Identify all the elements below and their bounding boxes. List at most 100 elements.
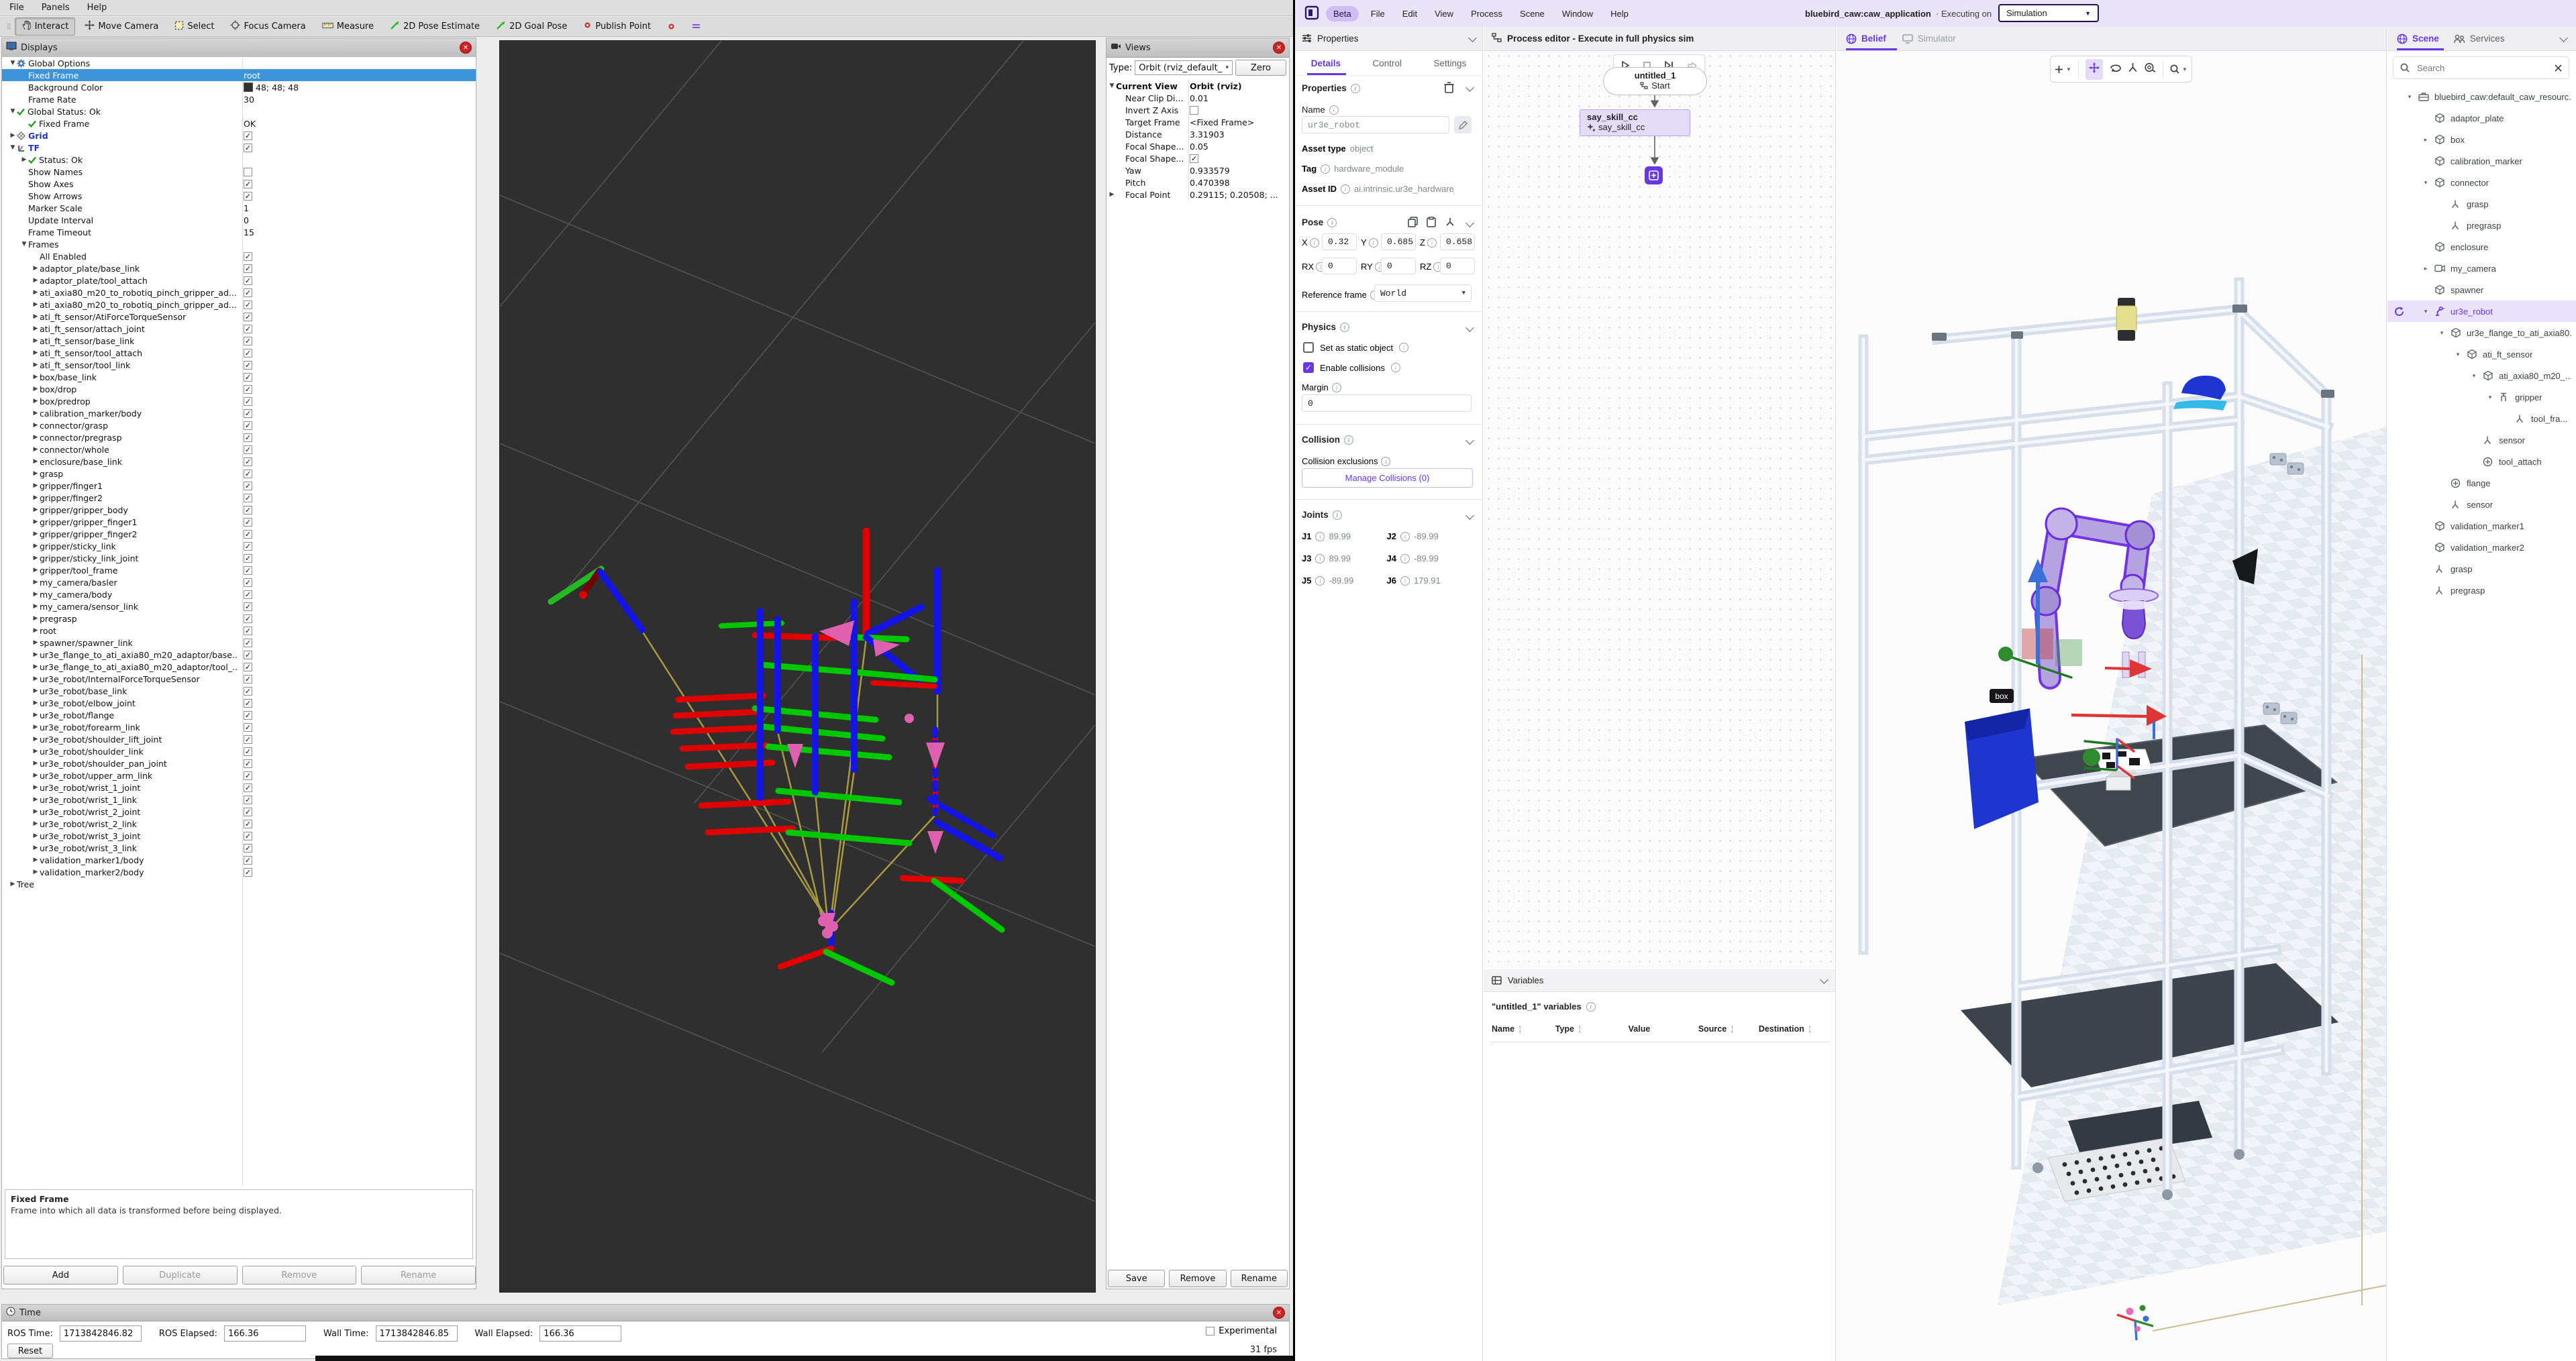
expand-icon[interactable]: ▶ [32,434,40,441]
views-row[interactable]: Target Frame<Fixed Frame> [1108,116,1288,128]
tool-focus-camera[interactable]: Focus Camera [223,17,312,36]
checkbox[interactable]: ✓ [244,445,252,454]
scene-node-connector[interactable]: ▾ connector [2387,172,2576,193]
remove-button[interactable]: Remove [242,1266,357,1285]
name-field[interactable]: ur3e_robot [1302,116,1449,133]
expand-icon[interactable]: ▶ [32,675,40,682]
checkbox[interactable]: ✓ [244,518,252,527]
checkbox[interactable]: ✓ [244,844,252,853]
checkbox[interactable]: ✓ [244,301,252,309]
scene-node-adaptor-plate[interactable]: adaptor_plate [2387,107,2576,129]
checkbox[interactable]: ✓ [244,252,252,261]
menu-help[interactable]: Help [87,3,107,13]
expand-icon[interactable]: ▶ [32,639,40,646]
expand-icon[interactable]: ▶ [32,784,40,791]
frame-tool-button[interactable] [2128,62,2138,76]
views-row[interactable]: Pitch0.470398 [1108,176,1288,188]
expand-icon[interactable]: ▸ [2421,136,2430,144]
collapse-section-icon[interactable] [1465,83,1474,92]
tab-scene[interactable]: Scene [2397,34,2439,44]
display-row[interactable]: ▶ur3e_robot/elbow_joint✓ [2,697,476,709]
checkbox[interactable]: ✓ [244,687,252,696]
display-row[interactable]: ▼Global Options [2,57,476,69]
views-row[interactable]: Near Clip Di...0.01 [1108,92,1288,104]
display-row[interactable]: ▶Tree [2,878,476,890]
collapse-section-icon[interactable] [1465,323,1474,332]
expand-icon[interactable]: ▶ [32,820,40,827]
save-views-button[interactable]: Save [1108,1270,1165,1287]
checkbox[interactable]: ✓ [244,192,252,201]
tool-overflow[interactable] [685,19,707,34]
belief-3d-viewport[interactable]: box ▼ ▼ [1837,51,2387,1361]
add-step-button[interactable] [1645,166,1663,184]
checkbox[interactable]: ✓ [244,783,252,792]
rviz-3d-viewport[interactable] [499,40,1096,1293]
expand-icon[interactable]: ▶ [32,772,40,779]
expand-icon[interactable]: ▶ [32,869,40,875]
measure-tool-button[interactable] [2145,62,2156,76]
variables-header[interactable]: Variables [1484,969,1835,992]
close-icon[interactable]: ✕ [1273,42,1285,54]
copy-icon[interactable] [1408,217,1418,231]
checkbox[interactable]: ✓ [244,373,252,382]
views-row[interactable]: Yaw0.933579 [1108,164,1288,176]
zoom-tool-button[interactable]: ▼ [2170,64,2187,74]
display-row[interactable]: ▶connector/pregrasp✓ [2,431,476,443]
expand-icon[interactable]: ▶ [32,736,40,743]
time-field-value[interactable]: 1713842846.85 [376,1325,458,1342]
column-type[interactable]: Type↑↓ [1555,1024,1629,1034]
zero-button[interactable]: Zero [1235,60,1286,76]
display-row[interactable]: All Enabled✓ [2,250,476,262]
remove-views-button[interactable]: Remove [1169,1270,1226,1287]
views-panel-header[interactable]: Views ✕ [1106,38,1289,58]
expand-icon[interactable]: ▶ [32,398,40,404]
scene-node-ati-axia80-m20-[interactable]: ▾ ati_axia80_m20_... [2387,365,2576,386]
add-button[interactable]: Add [3,1266,118,1285]
time-panel-header[interactable]: Time ✕ [2,1305,1289,1321]
scene-node-grasp[interactable]: grasp [2387,558,2576,580]
expand-icon[interactable]: ▶ [32,760,40,767]
checkbox[interactable]: ✓ [244,349,252,358]
collapse-icon[interactable]: ▾ [2421,179,2430,186]
checkbox[interactable]: ✓ [244,288,252,297]
display-row[interactable]: ▶ur3e_robot/InternalForceTorqueSensor✓ [2,673,476,685]
display-row[interactable]: ▶gripper/sticky_link_joint✓ [2,552,476,564]
checkbox[interactable]: ✓ [244,808,252,816]
display-row[interactable]: ▶ur3e_flange_to_ati_axia80_m20_adaptor/b… [2,649,476,661]
reference-frame-dropdown[interactable]: World▼ [1374,284,1472,302]
collapse-section-icon[interactable] [1465,219,1474,227]
display-row[interactable]: ▶gripper/finger1✓ [2,480,476,492]
experimental-checkbox[interactable] [1206,1327,1215,1336]
checkbox[interactable]: ✓ [244,482,252,490]
display-row[interactable]: Show Axes✓ [2,178,476,190]
views-row[interactable]: Distance3.31903 [1108,128,1288,140]
display-row[interactable]: ▶ur3e_flange_to_ati_axia80_m20_adaptor/t… [2,661,476,673]
checkbox[interactable]: ✓ [244,494,252,502]
reset-button[interactable]: Reset [7,1344,53,1358]
scene-search[interactable] [2393,56,2569,79]
add-object-button[interactable]: ▼ [2055,65,2071,74]
checkbox[interactable]: ✓ [244,614,252,623]
views-properties[interactable]: ▼Current ViewOrbit (rviz)Near Clip Di...… [1108,80,1288,201]
checkbox[interactable]: ✓ [244,144,252,152]
display-row[interactable]: ▼Frames [2,238,476,250]
collapse-icon[interactable]: ▾ [2485,394,2495,401]
checkbox[interactable]: ✓ [244,554,252,563]
rotate-tool-button[interactable] [2110,63,2121,75]
pose-y-field[interactable]: 0.685 [1381,233,1416,250]
collapse-icon[interactable]: ▼ [9,60,17,66]
close-icon[interactable]: ✕ [460,42,472,54]
display-row[interactable]: ▶ur3e_robot/base_link✓ [2,685,476,697]
displays-panel-header[interactable]: Displays ✕ [2,38,476,58]
display-row[interactable]: ▶ur3e_robot/flange✓ [2,709,476,721]
tool-publish-point[interactable]: Publish Point [576,18,658,35]
display-row[interactable]: ▶grasp✓ [2,468,476,480]
display-row[interactable]: ▶ati_ft_sensor/tool_attach✓ [2,347,476,359]
tool-2d-goal-pose[interactable]: 2D Goal Pose [489,18,574,36]
skill-node-say-skill-cc[interactable]: say_skill_cc say_skill_cc [1580,109,1690,136]
expand-icon[interactable]: ▶ [32,374,40,380]
expand-icon[interactable]: ▶ [32,555,40,561]
display-row[interactable]: ▶ati_ft_sensor/AtiForceTorqueSensor✓ [2,311,476,323]
checkbox[interactable]: ✓ [244,131,252,140]
scene-node-pregrasp[interactable]: pregrasp [2387,580,2576,601]
